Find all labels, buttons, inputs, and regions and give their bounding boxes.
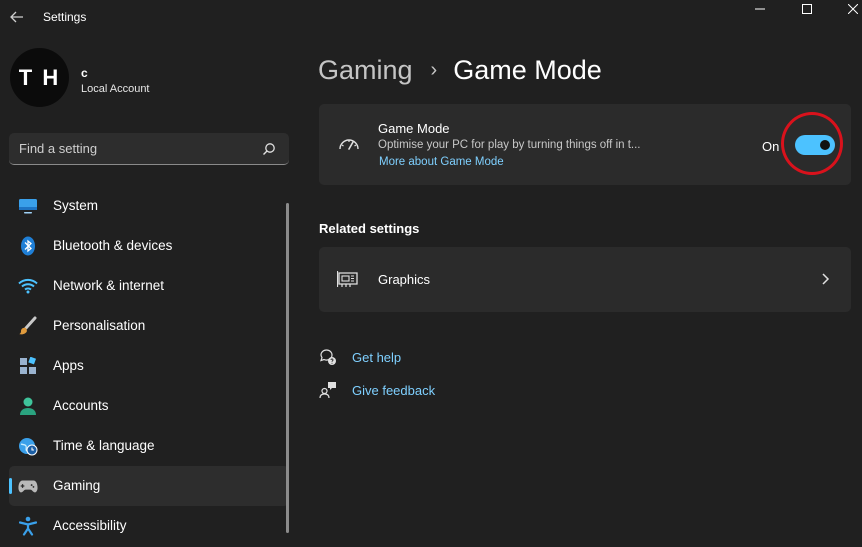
sidebar-item-label: Network & internet	[53, 278, 165, 293]
feedback-icon	[318, 380, 338, 400]
profile-account-type: Local Account	[81, 83, 150, 95]
app-title: Settings	[43, 10, 87, 24]
graphics-settings-card[interactable]: Graphics	[319, 247, 851, 312]
sidebar-item-label: Apps	[53, 358, 84, 373]
sidebar-item-bluetooth[interactable]: Bluetooth & devices	[9, 226, 289, 266]
avatar: T H	[10, 48, 69, 107]
sidebar-item-label: Time & language	[53, 438, 155, 453]
more-about-game-mode-link[interactable]: More about Game Mode	[379, 156, 504, 168]
sidebar-item-label: Bluetooth & devices	[53, 238, 173, 253]
sidebar-item-gaming[interactable]: Gaming	[9, 466, 289, 506]
related-settings-heading: Related settings	[319, 221, 420, 236]
minimize-button[interactable]	[737, 0, 783, 18]
title-bar: Settings	[0, 0, 862, 34]
bluetooth-icon	[18, 236, 38, 256]
breadcrumb-separator: ›	[430, 58, 438, 81]
person-icon	[18, 396, 38, 416]
back-button[interactable]	[6, 6, 28, 28]
avatar-initials: T H	[18, 64, 61, 90]
sidebar-item-personalisation[interactable]: Personalisation	[9, 306, 289, 346]
globe-clock-icon	[18, 436, 38, 456]
sidebar-item-label: Accessibility	[53, 518, 127, 533]
maximize-button[interactable]	[784, 0, 830, 18]
graphics-card-icon	[337, 271, 358, 287]
breadcrumb-parent[interactable]: Gaming	[318, 55, 413, 86]
give-feedback-label: Give feedback	[352, 382, 436, 398]
sidebar-scrollbar[interactable]	[286, 203, 289, 533]
game-mode-card: Game Mode Optimise your PC for play by t…	[319, 104, 851, 185]
sidebar-item-label: Accounts	[53, 398, 109, 413]
graphics-label: Graphics	[378, 272, 431, 287]
game-mode-title: Game Mode	[378, 121, 450, 136]
page-title: Game Mode	[453, 54, 602, 85]
speedometer-icon	[339, 139, 359, 150]
help-chat-icon	[318, 347, 338, 367]
gamepad-icon	[18, 476, 38, 496]
get-help-label: Get help	[352, 349, 402, 365]
sidebar-item-label: Gaming	[53, 478, 101, 493]
sidebar-nav: System Bluetooth & devices Network & int…	[9, 186, 289, 546]
sidebar-item-label: System	[53, 198, 99, 213]
arrow-left-icon	[10, 11, 23, 23]
close-icon	[848, 4, 858, 14]
sidebar-item-network[interactable]: Network & internet	[9, 266, 289, 306]
toggle-state-label: On	[762, 139, 780, 154]
game-mode-description: Optimise your PC for play by turning thi…	[378, 139, 641, 151]
chevron-right-icon	[822, 273, 830, 285]
active-indicator	[9, 478, 12, 494]
search-icon	[263, 143, 275, 155]
accessibility-icon	[18, 516, 38, 536]
toggle-knob	[820, 140, 830, 150]
maximize-icon	[802, 4, 812, 14]
search-placeholder: Find a setting	[19, 141, 98, 156]
sidebar-item-time-language[interactable]: Time & language	[9, 426, 289, 466]
give-feedback-link[interactable]: Give feedback	[318, 379, 435, 401]
monitor-icon	[18, 196, 38, 216]
breadcrumb: Gaming › Game Mode	[318, 50, 602, 90]
game-mode-toggle[interactable]	[795, 135, 835, 155]
sidebar-item-accounts[interactable]: Accounts	[9, 386, 289, 426]
profile-name: c	[81, 66, 88, 80]
get-help-link[interactable]: Get help	[318, 346, 401, 368]
paintbrush-icon	[18, 316, 38, 336]
search-input[interactable]: Find a setting	[9, 133, 289, 165]
minimize-icon	[755, 8, 765, 10]
apps-icon	[18, 356, 38, 376]
user-profile[interactable]: T H c Local Account	[10, 48, 290, 110]
wifi-icon	[18, 276, 38, 296]
sidebar-item-apps[interactable]: Apps	[9, 346, 289, 386]
sidebar-item-label: Personalisation	[53, 318, 146, 333]
close-button[interactable]	[830, 0, 862, 18]
sidebar-item-accessibility[interactable]: Accessibility	[9, 506, 289, 546]
sidebar-item-system[interactable]: System	[9, 186, 289, 226]
